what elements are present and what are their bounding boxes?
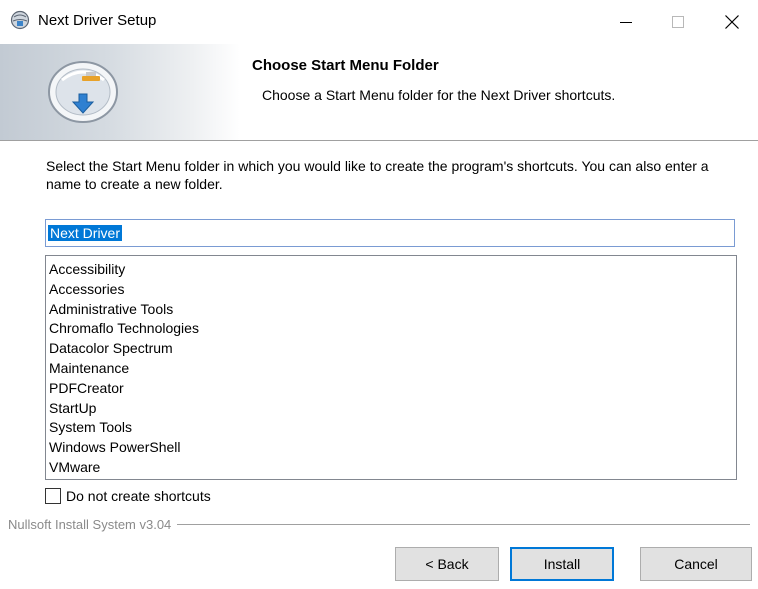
page-title: Choose Start Menu Folder bbox=[252, 57, 439, 74]
list-item[interactable]: Chromaflo Technologies bbox=[49, 319, 733, 339]
instructions-text: Select the Start Menu folder in which yo… bbox=[46, 158, 709, 192]
window-title: Next Driver Setup bbox=[38, 12, 157, 29]
list-item[interactable]: StartUp bbox=[49, 399, 733, 419]
install-button[interactable]: Install bbox=[510, 547, 614, 581]
minimize-button[interactable] bbox=[600, 0, 652, 44]
maximize-button[interactable] bbox=[652, 0, 704, 44]
list-item[interactable]: PDFCreator bbox=[49, 379, 733, 399]
close-button[interactable] bbox=[706, 0, 758, 44]
no-shortcuts-option[interactable]: Do not create shortcuts bbox=[45, 487, 211, 505]
list-item[interactable]: Accessories bbox=[49, 280, 733, 300]
page-subtitle: Choose a Start Menu folder for the Next … bbox=[262, 87, 616, 103]
back-button[interactable]: < Back bbox=[395, 547, 499, 581]
no-shortcuts-label[interactable]: Do not create shortcuts bbox=[66, 487, 211, 505]
installer-globe-icon bbox=[10, 10, 30, 30]
close-icon bbox=[725, 15, 739, 29]
list-item[interactable]: Maintenance bbox=[49, 359, 733, 379]
list-item[interactable]: System Tools bbox=[49, 418, 733, 438]
branding-divider bbox=[177, 523, 750, 525]
list-item[interactable]: Administrative Tools bbox=[49, 300, 733, 320]
wizard-header: Choose Start Menu Folder Choose a Start … bbox=[0, 44, 758, 141]
cancel-button[interactable]: Cancel bbox=[640, 547, 752, 581]
list-item[interactable]: Datacolor Spectrum bbox=[49, 339, 733, 359]
start-menu-folder-input[interactable]: Next Driver bbox=[45, 219, 735, 247]
install-disc-icon bbox=[40, 50, 126, 137]
title-bar: Next Driver Setup bbox=[0, 0, 758, 44]
list-item[interactable]: Windows PowerShell bbox=[49, 438, 733, 458]
list-item[interactable]: VMware bbox=[49, 458, 733, 478]
minimize-icon bbox=[620, 22, 632, 23]
branding-bar: Nullsoft Install System v3.04 bbox=[8, 514, 750, 534]
folder-input-selected-text: Next Driver bbox=[48, 225, 123, 241]
list-item[interactable]: Accessibility bbox=[49, 260, 733, 280]
start-menu-folder-list[interactable]: Accessibility Accessories Administrative… bbox=[45, 255, 737, 480]
no-shortcuts-checkbox[interactable] bbox=[45, 488, 61, 504]
branding-text: Nullsoft Install System v3.04 bbox=[8, 516, 172, 532]
maximize-icon bbox=[672, 16, 684, 28]
header-banner bbox=[0, 44, 240, 140]
